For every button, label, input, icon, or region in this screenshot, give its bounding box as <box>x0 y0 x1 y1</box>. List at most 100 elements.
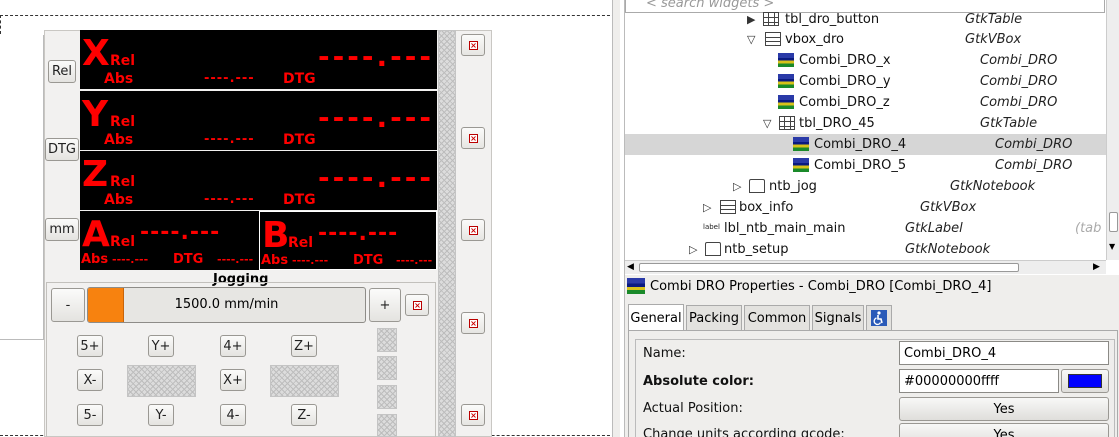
tree-vertical-scrollbar[interactable]: ▼ <box>1106 0 1119 260</box>
tab-signals[interactable]: Signals <box>812 305 864 330</box>
absolute-color-button[interactable] <box>1061 369 1109 393</box>
jog-x-plus[interactable]: X+ <box>220 369 246 391</box>
dro-x[interactable]: X Rel Abs ----.--- DTG ----.--- <box>80 30 437 89</box>
jog-side-placeholder-1 <box>377 328 397 352</box>
tab-accessibility[interactable] <box>866 305 892 330</box>
name-field[interactable]: Combi_DRO_4 <box>899 341 1109 365</box>
close-icon: × <box>469 226 478 235</box>
jog-z-minus[interactable]: Z- <box>291 404 317 426</box>
dro-b-main-value: ----.--- <box>318 221 399 246</box>
tab-common[interactable]: Common <box>744 305 810 330</box>
close-placeholder-button-1[interactable]: × <box>461 34 485 56</box>
tree-row-ntb-jog[interactable]: ▷ ntb_jog GtkNotebook <box>625 176 1107 197</box>
jog-5-minus[interactable]: 5- <box>77 404 103 426</box>
jog-z-plus[interactable]: Z+ <box>291 335 317 357</box>
dro-a-main-value: ----.--- <box>140 220 221 245</box>
scroll-right-arrow-icon[interactable]: ▶ <box>1093 262 1100 272</box>
tree-row-ntb-setup[interactable]: ▷ ntb_setup GtkNotebook <box>625 239 1107 260</box>
combi-dro-icon <box>778 53 794 67</box>
tab-packing[interactable]: Packing <box>686 305 742 330</box>
tree-row-name: tbl_dro_button <box>785 12 880 27</box>
tree-row-type: GtkTable <box>965 12 1023 27</box>
expander-collapsed-icon[interactable]: ▷ <box>733 180 741 193</box>
tree-row-type: Combi_DRO <box>995 158 1073 173</box>
close-placeholder-button-3[interactable]: × <box>461 219 485 241</box>
jog-y-minus[interactable]: Y- <box>148 404 174 426</box>
tree-row-name: ntb_setup <box>724 242 789 257</box>
dro-y[interactable]: Y Rel Abs ----.--- DTG ----.--- <box>80 91 437 150</box>
jog-4-plus[interactable]: 4+ <box>220 335 246 357</box>
tree-row-combi-dro-5[interactable]: Combi_DRO_5 Combi_DRO <box>625 155 1107 176</box>
tree-row-box-info[interactable]: ▷ box_info GtkVBox <box>625 197 1107 218</box>
dro-y-abs-value: ----.--- <box>204 132 255 147</box>
actual-position-label: Actual Position: <box>643 401 743 416</box>
dro-y-dtg-label: DTG <box>283 132 316 148</box>
close-placeholder-button-4[interactable]: × <box>461 312 485 334</box>
tree-vscroll-thumb[interactable] <box>1109 212 1118 232</box>
dro-a[interactable]: A Rel ----.--- Abs ----.--- DTG ----.--- <box>80 211 259 270</box>
combi-dro-icon <box>778 74 794 88</box>
jog-x-minus[interactable]: X- <box>77 369 103 391</box>
tab-general[interactable]: General <box>628 304 684 331</box>
dtg-button[interactable]: DTG <box>45 138 79 161</box>
jog-plus-button[interactable]: + <box>369 288 401 322</box>
tree-row-lbl-ntb-main-main[interactable]: label lbl_ntb_main_main GtkLabel (tab <box>625 218 1107 239</box>
expander-collapsed-icon[interactable]: ▷ <box>703 201 711 214</box>
design-canvas[interactable]: Rel DTG mm X Rel Abs ----.--- DTG ----.-… <box>0 0 620 437</box>
dro-x-axis: X <box>82 33 110 74</box>
dro-a-dtg-value: ----.--- <box>217 253 254 266</box>
tree-row-combi-dro-4-selected[interactable]: Combi_DRO_4 Combi_DRO <box>625 134 1107 155</box>
dro-y-main-value: ----.--- <box>318 101 434 134</box>
close-jog-button[interactable]: × <box>405 294 429 316</box>
change-units-label: Change units according gcode: <box>643 427 845 437</box>
expander-expanded-icon[interactable]: ▽ <box>763 117 771 130</box>
close-placeholder-button-5[interactable]: × <box>461 404 485 426</box>
notebook-icon <box>705 242 721 256</box>
dro-z-main-value: ----.--- <box>318 161 434 194</box>
tree-row-vbox-dro[interactable]: ▽ vbox_dro GtkVBox <box>625 29 1107 50</box>
tree-row-combi-dro-z[interactable]: Combi_DRO_z Combi_DRO <box>625 92 1107 113</box>
widget-tree[interactable]: < search widgets > ▶ tbl_dro_button GtkT… <box>624 0 1119 275</box>
jog-speed-slider[interactable]: 1500.0 mm/min <box>87 287 366 323</box>
tree-hscroll-thumb[interactable] <box>639 263 1019 272</box>
dro-z[interactable]: Z Rel Abs ----.--- DTG ----.--- <box>80 151 437 210</box>
actual-position-toggle[interactable]: Yes <box>899 397 1109 421</box>
combi-dro-icon <box>793 158 809 172</box>
absolute-color-field[interactable]: #00000000ffff <box>899 369 1059 393</box>
dro-x-main-value: ----.--- <box>318 40 434 73</box>
dro-b[interactable]: B Rel ----.--- Abs ----.--- DTG ----.--- <box>259 211 437 270</box>
tree-horizontal-scrollbar[interactable]: ◀ ▶ <box>625 260 1106 274</box>
rel-button[interactable]: Rel <box>48 60 76 83</box>
dro-y-abs-label: Abs <box>104 132 134 148</box>
jog-minus-button[interactable]: - <box>51 288 85 322</box>
tree-row-tbl-dro-45[interactable]: ▽ tbl_DRO_45 GtkTable <box>625 113 1107 134</box>
jog-y-plus[interactable]: Y+ <box>148 335 174 357</box>
scroll-left-arrow-icon[interactable]: ◀ <box>627 262 634 272</box>
properties-title: Combi DRO Properties - Combi_DRO [Combi_… <box>650 279 992 294</box>
tree-row-tbl-dro-button[interactable]: ▶ tbl_dro_button GtkTable <box>625 9 1107 30</box>
mm-button[interactable]: mm <box>45 218 79 241</box>
tree-row-type: Combi_DRO <box>980 74 1058 89</box>
expander-expanded-icon[interactable]: ▽ <box>747 33 755 46</box>
accessibility-icon <box>871 310 887 326</box>
jog-speed-value: 1500.0 mm/min <box>174 297 279 312</box>
combi-dro-icon <box>627 278 645 294</box>
canvas-scrollbar[interactable] <box>612 0 620 437</box>
close-placeholder-button-2[interactable]: × <box>461 127 485 149</box>
tree-row-type: GtkNotebook <box>905 242 991 257</box>
color-swatch <box>1068 374 1102 388</box>
scroll-down-arrow-icon[interactable]: ▼ <box>1109 242 1115 251</box>
change-units-toggle[interactable]: Yes <box>899 423 1109 437</box>
jog-4-minus[interactable]: 4- <box>220 404 246 426</box>
dro-x-abs-label: Abs <box>104 71 134 87</box>
expander-collapsed-icon[interactable]: ▶ <box>747 13 755 26</box>
tree-row-combi-dro-x[interactable]: Combi_DRO_x Combi_DRO <box>625 50 1107 71</box>
name-label: Name: <box>643 346 686 361</box>
expander-collapsed-icon[interactable]: ▷ <box>689 243 697 256</box>
jog-5-plus[interactable]: 5+ <box>77 335 103 357</box>
tree-row-name: Combi_DRO_x <box>799 53 891 68</box>
dro-y-rel-label: Rel <box>110 114 136 130</box>
properties-panel: Combi DRO Properties - Combi_DRO [Combi_… <box>624 275 1119 437</box>
tree-row-name: Combi_DRO_5 <box>814 158 907 173</box>
tree-row-combi-dro-y[interactable]: Combi_DRO_y Combi_DRO <box>625 71 1107 92</box>
